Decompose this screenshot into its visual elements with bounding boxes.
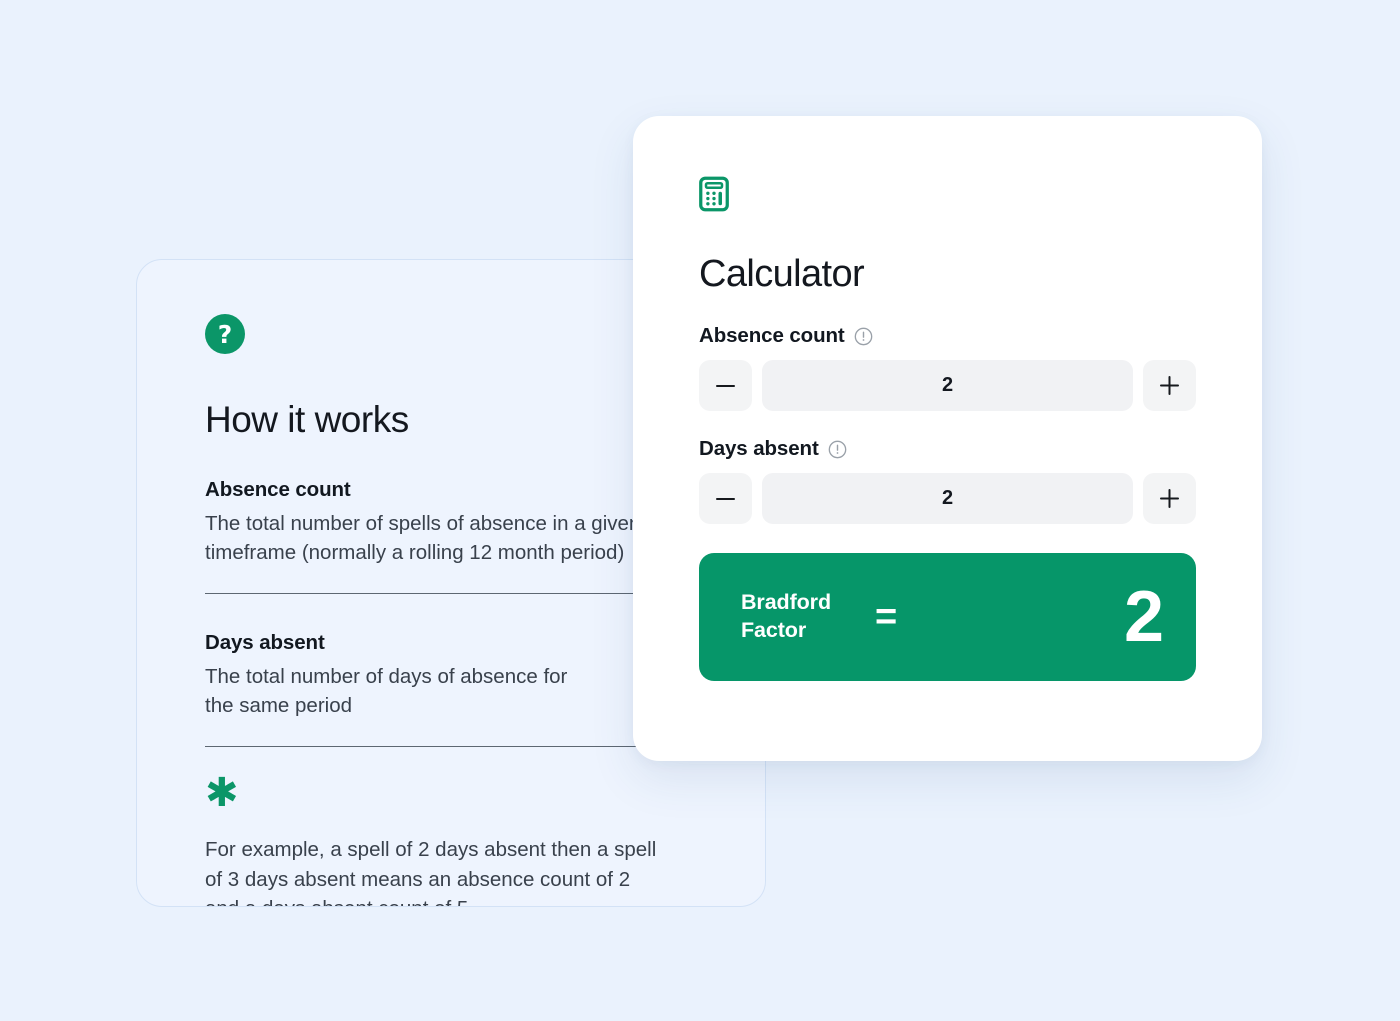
days-absent-value[interactable]: 2 (762, 473, 1133, 524)
days-absent-increment-button[interactable] (1143, 473, 1196, 524)
field-label: Absence count (699, 324, 845, 347)
question-mark-glyph: ? (217, 319, 233, 349)
footnote-line: of 3 days absent means an absence count … (205, 867, 631, 891)
minus-icon (716, 384, 735, 387)
days-absent-stepper: 2 (699, 473, 1196, 524)
absence-count-value[interactable]: 2 (762, 360, 1133, 411)
absence-count-decrement-button[interactable] (699, 360, 752, 411)
footnote-line: For example, a spell of 2 days absent th… (205, 838, 657, 862)
calculator-card: Calculator Absence count 2 Days absent 2… (633, 116, 1262, 761)
footnote-line: and a days absent count of 5. (205, 894, 697, 906)
section-body-line: timeframe (normally a rolling 12 month p… (205, 540, 625, 564)
field-label-row: Absence count (699, 324, 1196, 348)
plus-icon (1160, 489, 1179, 508)
field-label: Days absent (699, 437, 819, 460)
section-body-line: The total number of days of absence for (205, 664, 568, 688)
field-absence-count: Absence count 2 (699, 324, 1196, 411)
field-days-absent: Days absent 2 (699, 437, 1196, 524)
calculator-title: Calculator (699, 253, 865, 295)
absence-count-stepper: 2 (699, 360, 1196, 411)
section-divider (205, 746, 697, 748)
field-label-row: Days absent (699, 437, 1196, 461)
question-mark-icon: ? (205, 314, 245, 354)
page-root: ? How it works Absence count The total n… (0, 0, 1400, 1021)
calculator-icon (699, 176, 729, 212)
result-value: 2 (1123, 577, 1164, 657)
alert-circle-icon[interactable] (854, 327, 873, 346)
days-absent-decrement-button[interactable] (699, 473, 752, 524)
footnote-text: For example, a spell of 2 days absent th… (205, 835, 697, 906)
plus-icon (1160, 376, 1179, 395)
section-body-line: the same period (205, 694, 353, 718)
bradford-factor-result: Bradford Factor = 2 (699, 553, 1196, 681)
alert-circle-icon[interactable] (828, 440, 847, 459)
asterisk-glyph: ✱ (205, 770, 239, 817)
result-label: Bradford Factor (741, 590, 831, 642)
equals-sign: = (874, 596, 898, 638)
section-absence-count: Absence count The total number of spells… (205, 478, 697, 567)
absence-count-increment-button[interactable] (1143, 360, 1196, 411)
how-it-works-title: How it works (205, 399, 409, 440)
section-heading: Days absent (205, 630, 325, 654)
section-divider (205, 592, 697, 594)
minus-icon (716, 497, 735, 500)
section-days-absent: Days absent The total number of days of … (205, 631, 697, 720)
section-heading: Absence count (205, 477, 351, 501)
asterisk-icon: ✱ (205, 773, 697, 813)
section-body-line: The total number of spells of absence in… (205, 511, 641, 535)
